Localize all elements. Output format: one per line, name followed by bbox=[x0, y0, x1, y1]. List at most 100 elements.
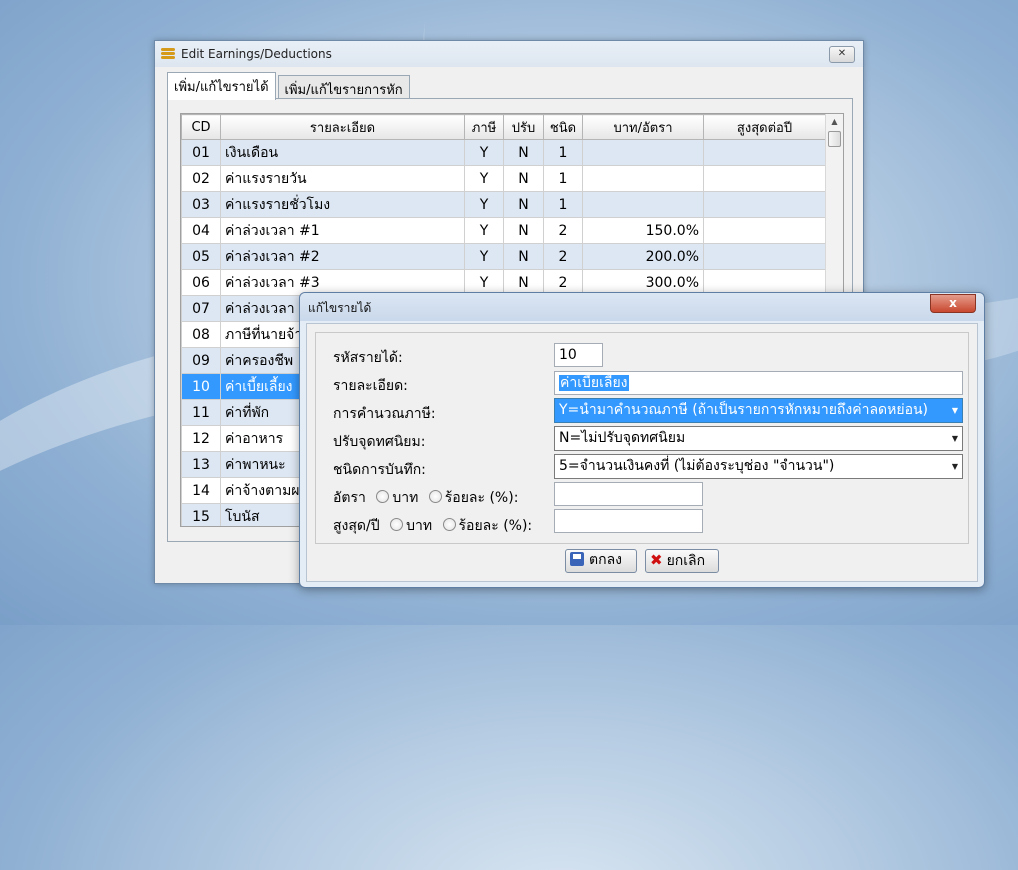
table-cell: 04 bbox=[181, 217, 221, 244]
tax-select-value: Y=นำมาคำนวณภาษี (ถ้าเป็นรายการหักหมายถึง… bbox=[559, 402, 929, 418]
rounding-select-value: N=ไม่ปรับจุดทศนิยม bbox=[559, 430, 686, 446]
table-cell: 200.0% bbox=[582, 243, 704, 270]
table-cell: ค่าแรงรายวัน bbox=[220, 165, 465, 192]
table-cell: 05 bbox=[181, 243, 221, 270]
scroll-thumb[interactable] bbox=[828, 131, 841, 147]
table-cell: 11 bbox=[181, 399, 221, 426]
max-row: สูงสุด/ปี บาท ร้อยละ (%): bbox=[333, 515, 532, 537]
description-selected-text: ค่าเบี้ยเลี้ยง bbox=[559, 375, 629, 391]
column-header[interactable]: สูงสุดต่อปี bbox=[703, 114, 826, 140]
tab-strip: เพิ่ม/แก้ไขรายได้ เพิ่ม/แก้ไขรายการหัก bbox=[167, 72, 412, 100]
table-cell bbox=[703, 165, 826, 192]
table-cell: 09 bbox=[181, 347, 221, 374]
table-cell bbox=[703, 139, 826, 166]
max-label: สูงสุด/ปี bbox=[333, 518, 380, 534]
entry-type-select[interactable]: 5=จำนวนเงินคงที่ (ไม่ต้องระบุช่อง "จำนวน… bbox=[554, 454, 963, 479]
table-cell: 06 bbox=[181, 269, 221, 296]
table-cell: ค่าล่วงเวลา #1 bbox=[220, 217, 465, 244]
table-cell: 1 bbox=[543, 165, 583, 192]
table-cell: N bbox=[503, 217, 544, 244]
dialog-title: แก้ไขรายได้ bbox=[308, 301, 372, 315]
tax-select[interactable]: Y=นำมาคำนวณภาษี (ถ้าเป็นรายการหักหมายถึง… bbox=[554, 398, 963, 423]
scroll-up-arrow-icon[interactable]: ▲ bbox=[826, 114, 843, 130]
table-cell: ค่าล่วงเวลา #2 bbox=[220, 243, 465, 270]
table-cell: 15 bbox=[181, 503, 221, 526]
cancel-button[interactable]: ✖ ยกเลิก bbox=[645, 549, 719, 573]
main-window-title: Edit Earnings/Deductions bbox=[181, 47, 332, 61]
table-cell bbox=[703, 191, 826, 218]
table-cell: 03 bbox=[181, 191, 221, 218]
table-cell: 14 bbox=[181, 477, 221, 504]
table-cell: 07 bbox=[181, 295, 221, 322]
code-input[interactable]: 10 bbox=[554, 343, 603, 367]
tab-earnings[interactable]: เพิ่ม/แก้ไขรายได้ bbox=[167, 72, 276, 100]
table-cell: Y bbox=[464, 139, 504, 166]
cancel-label: ยกเลิก bbox=[666, 553, 706, 569]
rate-baht-label: บาท bbox=[392, 490, 419, 506]
table-row[interactable]: 02 ค่าแรงรายวัน Y N 1 bbox=[181, 165, 826, 192]
rate-row: อัตรา บาท ร้อยละ (%): bbox=[333, 487, 518, 509]
table-cell: Y bbox=[464, 165, 504, 192]
table-cell bbox=[582, 191, 704, 218]
dialog-close-button[interactable]: x bbox=[930, 294, 976, 313]
table-cell: เงินเดือน bbox=[220, 139, 465, 166]
table-cell: 01 bbox=[181, 139, 221, 166]
ok-button[interactable]: ตกลง bbox=[565, 549, 637, 573]
column-header[interactable]: ปรับ bbox=[503, 114, 544, 140]
table-cell: ค่าแรงรายชั่วโมง bbox=[220, 191, 465, 218]
code-label: รหัสรายได้: bbox=[333, 350, 403, 366]
max-input[interactable] bbox=[554, 509, 703, 533]
dialog-titlebar: แก้ไขรายได้ x bbox=[300, 293, 984, 321]
tax-label: การคำนวณภาษี: bbox=[333, 406, 436, 422]
max-baht-label: บาท bbox=[406, 518, 433, 534]
table-row[interactable]: 05 ค่าล่วงเวลา #2 Y N 2 200.0% bbox=[181, 243, 826, 270]
save-icon bbox=[570, 552, 584, 566]
table-cell: 2 bbox=[543, 243, 583, 270]
table-row[interactable]: 01 เงินเดือน Y N 1 bbox=[181, 139, 826, 166]
table-cell: Y bbox=[464, 217, 504, 244]
table-cell bbox=[582, 165, 704, 192]
table-cell: Y bbox=[464, 191, 504, 218]
table-header-row: CD รายละเอียด ภาษี ปรับ ชนิด บาท/อัตรา ส… bbox=[181, 114, 826, 140]
table-row[interactable]: 04 ค่าล่วงเวลา #1 Y N 2 150.0% bbox=[181, 217, 826, 244]
tab-deductions[interactable]: เพิ่ม/แก้ไขรายการหัก bbox=[277, 75, 410, 100]
entry-type-select-value: 5=จำนวนเงินคงที่ (ไม่ต้องระบุช่อง "จำนวน… bbox=[559, 458, 835, 474]
max-percent-label: ร้อยละ (%): bbox=[458, 518, 533, 534]
table-cell: 150.0% bbox=[582, 217, 704, 244]
main-titlebar: Edit Earnings/Deductions ✕ bbox=[155, 41, 863, 67]
rate-input[interactable] bbox=[554, 482, 703, 506]
chevron-down-icon: ▼ bbox=[951, 434, 958, 443]
rate-percent-radio[interactable] bbox=[428, 490, 442, 503]
table-cell: 2 bbox=[543, 217, 583, 244]
column-header[interactable]: ชนิด bbox=[543, 114, 583, 140]
table-row[interactable]: 03 ค่าแรงรายชั่วโมง Y N 1 bbox=[181, 191, 826, 218]
rounding-select[interactable]: N=ไม่ปรับจุดทศนิยม ▼ bbox=[554, 426, 963, 451]
table-cell bbox=[582, 139, 704, 166]
column-header[interactable]: ภาษี bbox=[464, 114, 504, 140]
table-cell: 13 bbox=[181, 451, 221, 478]
table-cell: 08 bbox=[181, 321, 221, 348]
max-baht-radio[interactable] bbox=[390, 518, 404, 531]
column-header[interactable]: บาท/อัตรา bbox=[582, 114, 704, 140]
dialog-body: รหัสรายได้: 10 รายละเอียด: ค่าเบี้ยเลี้ย… bbox=[306, 323, 978, 582]
table-cell: N bbox=[503, 139, 544, 166]
dialog-fieldset: รหัสรายได้: 10 รายละเอียด: ค่าเบี้ยเลี้ย… bbox=[315, 332, 969, 544]
column-header[interactable]: รายละเอียด bbox=[220, 114, 465, 140]
cancel-x-icon: ✖ bbox=[650, 551, 663, 569]
table-cell bbox=[703, 217, 826, 244]
main-close-button[interactable]: ✕ bbox=[829, 46, 855, 63]
chevron-down-icon: ▼ bbox=[951, 406, 958, 415]
column-header[interactable]: CD bbox=[181, 114, 221, 140]
rounding-label: ปรับจุดทศนิยม: bbox=[333, 434, 426, 450]
max-percent-radio[interactable] bbox=[442, 518, 456, 531]
table-cell: N bbox=[503, 243, 544, 270]
table-cell: N bbox=[503, 191, 544, 218]
chevron-down-icon: ▼ bbox=[951, 462, 958, 471]
coins-icon bbox=[161, 48, 175, 60]
ok-label: ตกลง bbox=[589, 552, 622, 568]
table-cell bbox=[703, 243, 826, 270]
description-input[interactable]: ค่าเบี้ยเลี้ยง bbox=[554, 371, 963, 395]
rate-baht-radio[interactable] bbox=[376, 490, 390, 503]
table-cell: 1 bbox=[543, 191, 583, 218]
rate-label: อัตรา bbox=[333, 490, 366, 506]
